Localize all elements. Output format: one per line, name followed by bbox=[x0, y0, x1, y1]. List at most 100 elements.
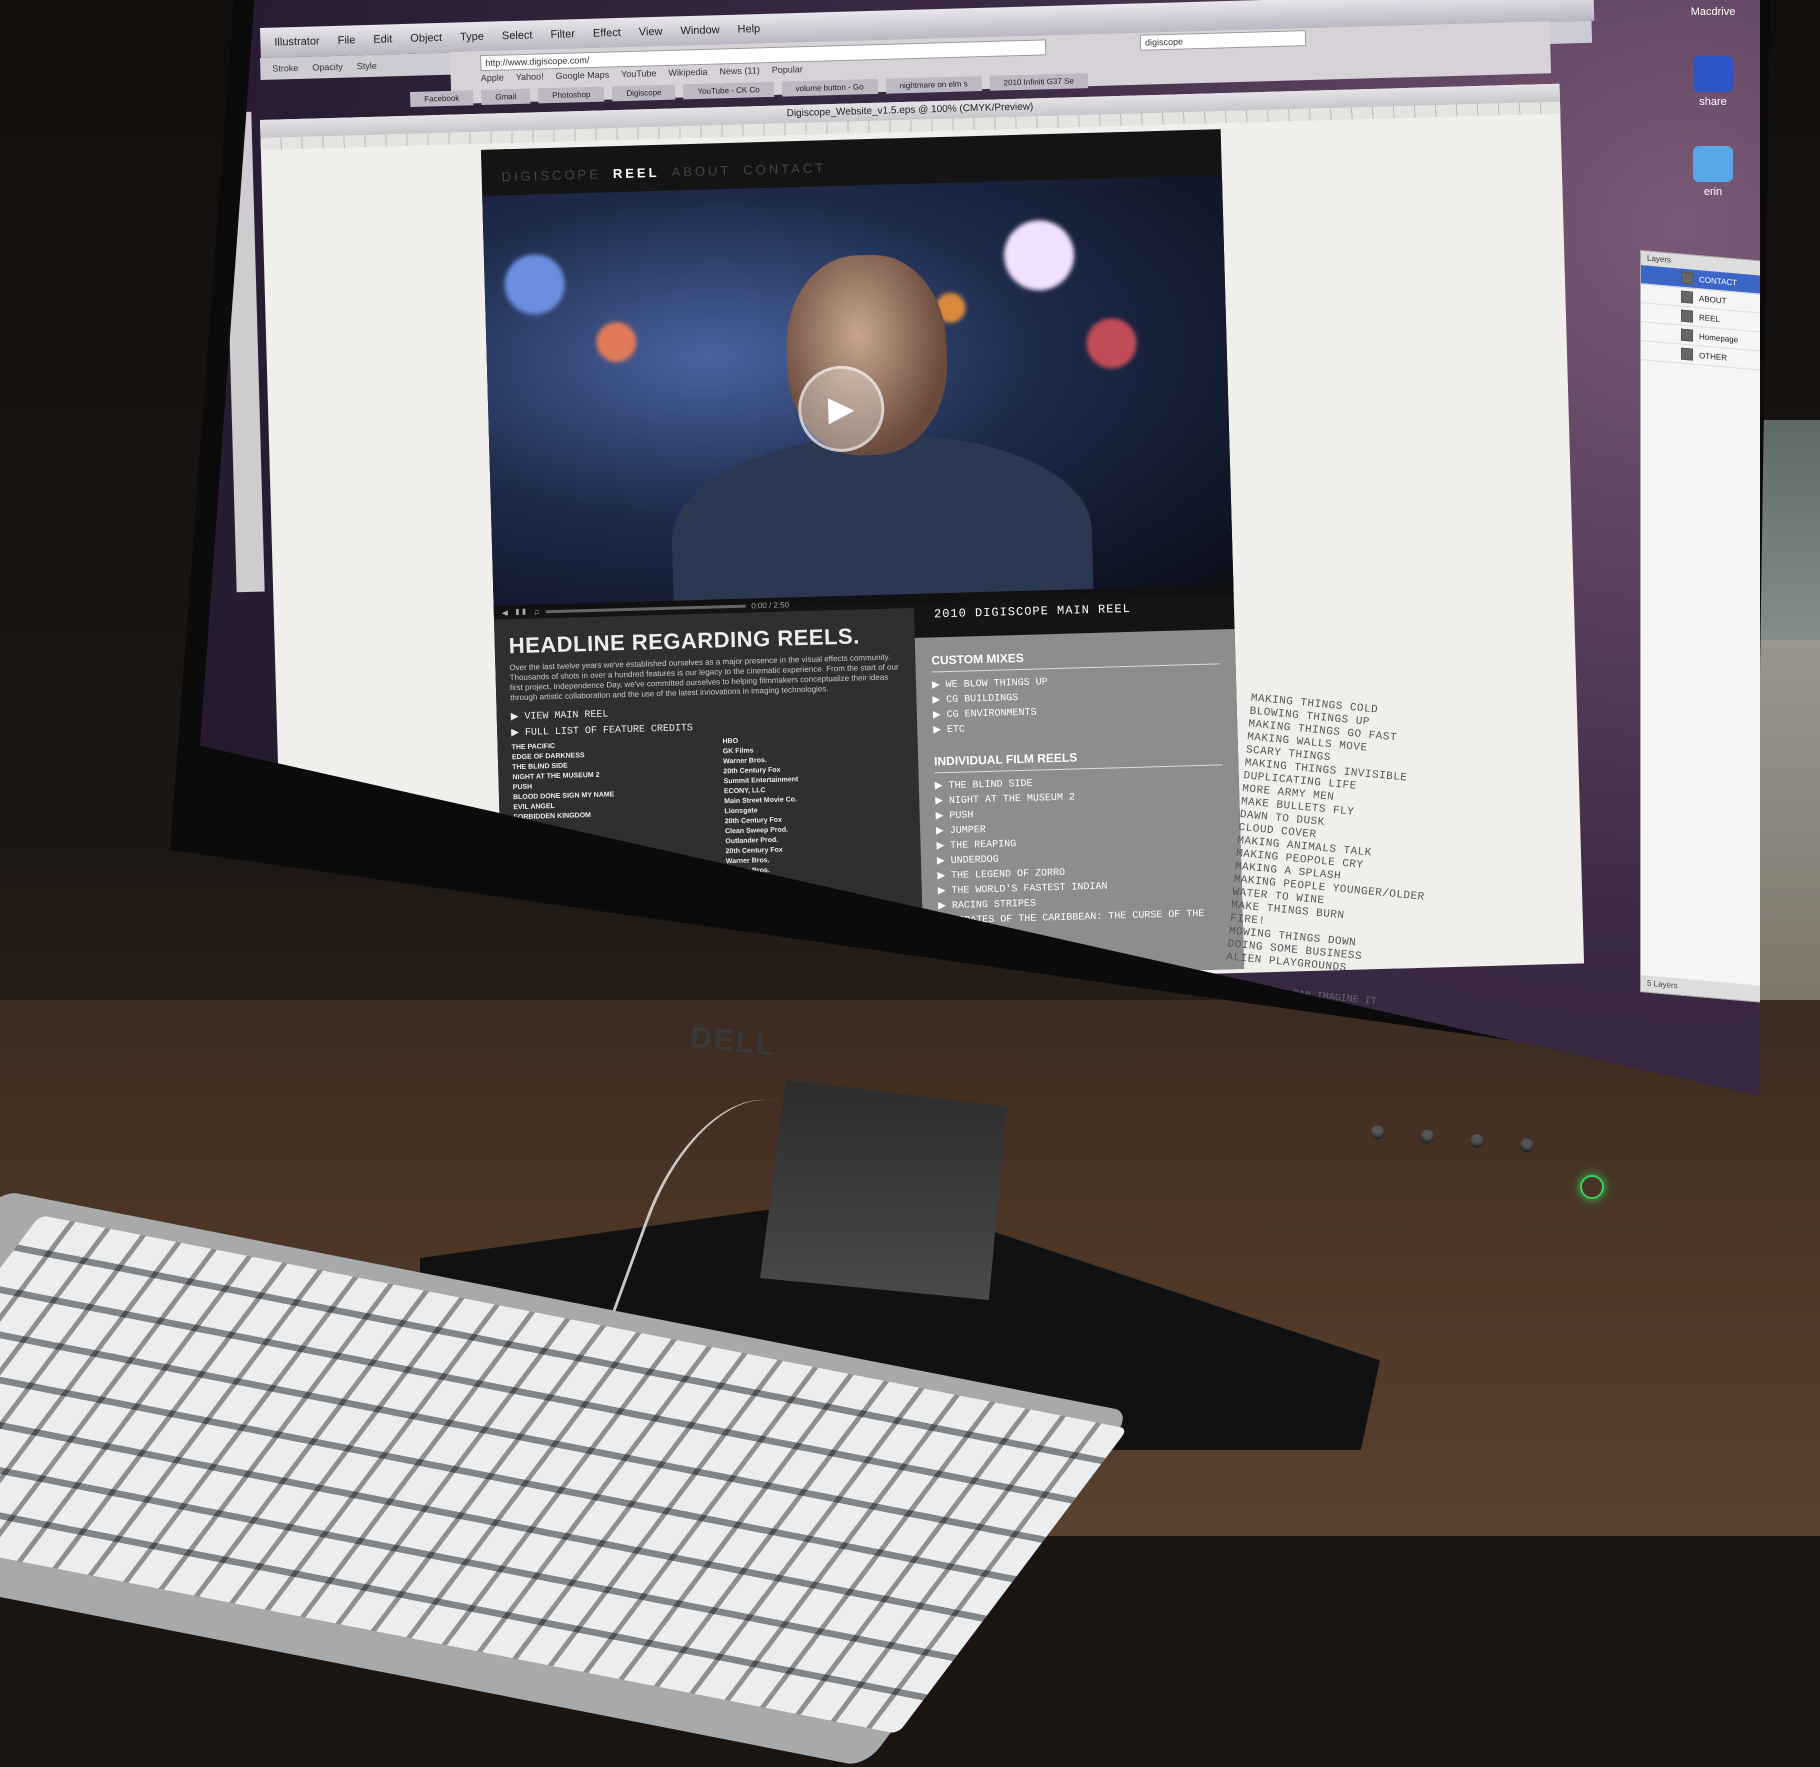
film-reel-item-label: THE LEGEND OF ZORRO bbox=[950, 867, 1066, 882]
search-field[interactable]: digiscope bbox=[1139, 30, 1307, 51]
video-scrubber[interactable] bbox=[545, 604, 746, 613]
site-nav: DIGISCOPE REEL ABOUT CONTACT bbox=[501, 160, 826, 184]
macdrive-label: Macdrive bbox=[1690, 6, 1736, 18]
volume-icon[interactable]: ♫ bbox=[533, 607, 539, 616]
credit-title-label: THE BLIND SIDE bbox=[512, 762, 568, 772]
folder-icon bbox=[1693, 146, 1733, 182]
bookmark-item[interactable]: Yahoo! bbox=[516, 71, 544, 82]
film-reel-item-label: RACING STRIPES bbox=[951, 898, 1037, 912]
browser-tab[interactable]: Digiscope bbox=[612, 84, 676, 102]
menu-item[interactable]: Effect bbox=[593, 27, 621, 40]
credit-studio-label: ECONY, LLC bbox=[723, 787, 766, 796]
browser-tab[interactable]: Photoshop bbox=[537, 86, 605, 104]
bokeh-light bbox=[503, 253, 566, 316]
browser-tab[interactable]: Facebook bbox=[410, 90, 474, 107]
bookmark-item[interactable]: Wikipedia bbox=[668, 67, 707, 78]
browser-tab[interactable]: nightmare on elm s bbox=[885, 76, 982, 94]
credit-title-label: BLOOD DONE SIGN MY NAME bbox=[512, 791, 615, 802]
menu-item[interactable]: Filter bbox=[550, 28, 575, 41]
erin-label: erin bbox=[1703, 186, 1723, 198]
monitor-button[interactable] bbox=[1419, 1129, 1435, 1145]
bullet-icon: ▶ bbox=[936, 841, 951, 853]
film-reel-item-label: THE WORLD'S FASTEST INDIAN bbox=[951, 881, 1108, 897]
credit-title-label: NIGHT AT THE MUSEUM 2 bbox=[512, 771, 600, 782]
credit-studios: HBO GK Films Warner Bros. 20th Century Fox S… bbox=[722, 732, 907, 877]
credit-studio-label: Main Street Movie Co. bbox=[724, 796, 798, 806]
pause-icon[interactable]: ❚❚ bbox=[514, 607, 528, 615]
control-bar-item[interactable]: Opacity bbox=[312, 62, 343, 73]
menu-item[interactable]: Object bbox=[410, 32, 442, 45]
person-jacket bbox=[669, 428, 1095, 616]
browser-tab[interactable]: Gmail bbox=[481, 88, 531, 106]
body-text: Over the last twelve years we've establi… bbox=[509, 652, 899, 703]
bookmark-item[interactable]: Popular bbox=[772, 64, 803, 75]
desktop-icon-erin[interactable]: erin bbox=[1678, 146, 1748, 198]
custom-mix-item-label: WE BLOW THINGS UP bbox=[945, 677, 1048, 692]
bokeh-light bbox=[1003, 219, 1076, 292]
custom-mix-item-label: CG BUILDINGS bbox=[946, 693, 1019, 707]
nav-about[interactable]: ABOUT bbox=[671, 163, 731, 180]
menu-item[interactable]: Help bbox=[737, 23, 760, 36]
nav-reel[interactable]: REEL bbox=[613, 165, 660, 181]
power-icon[interactable] bbox=[1580, 1175, 1604, 1199]
video-player[interactable]: ▶ ◀ ❚❚ ♫ 0:00 / 2:50 bbox=[482, 175, 1234, 616]
view-main-reel-label: VIEW MAIN REEL bbox=[524, 709, 609, 723]
monitor-button[interactable] bbox=[1519, 1137, 1535, 1154]
credit-title-label: EVIL ANGEL bbox=[513, 803, 556, 812]
custom-mix-item-label: CG ENVIRONMENTS bbox=[946, 707, 1037, 722]
share-icon bbox=[1693, 56, 1733, 92]
monitor-button[interactable] bbox=[1469, 1133, 1485, 1149]
bookmark-item[interactable]: Apple bbox=[481, 73, 504, 84]
video-time: 0:00 / 2:50 bbox=[751, 599, 790, 610]
credit-studio-label: Clean Sweep Prod. bbox=[724, 826, 789, 836]
monitor-button[interactable] bbox=[1369, 1124, 1385, 1141]
bullet-icon: ▶ bbox=[935, 826, 950, 838]
menu-item[interactable]: Illustrator bbox=[274, 35, 320, 48]
bullet-icon: ▶ bbox=[935, 796, 950, 808]
credit-studio-label: Summit Entertainment bbox=[723, 776, 799, 786]
desktop-icon-share[interactable]: share bbox=[1678, 56, 1748, 108]
credit-studio-label: GK Films bbox=[722, 747, 754, 756]
share-label: share bbox=[1699, 96, 1727, 108]
bullet-icon: ▶ bbox=[936, 856, 951, 868]
bullet-icon: ▶ bbox=[935, 811, 950, 823]
menu-item[interactable]: View bbox=[639, 26, 663, 39]
rewind-icon[interactable]: ◀ bbox=[502, 608, 508, 616]
film-reel-item-label: NIGHT AT THE MUSEUM 2 bbox=[948, 792, 1076, 808]
bullet-icon: ▶ bbox=[937, 885, 952, 898]
nav-contact[interactable]: CONTACT bbox=[743, 160, 826, 177]
film-reel-item-label: JUMPER bbox=[949, 825, 986, 838]
bookmark-item[interactable]: News (11) bbox=[719, 65, 760, 76]
film-reel-item-label: THE BLIND SIDE bbox=[948, 778, 1033, 793]
film-reel-item-label: THE REAPING bbox=[950, 839, 1017, 853]
desktop-icon-macdrive[interactable]: Macdrive bbox=[1678, 6, 1748, 18]
bullet-icon: ▶ bbox=[937, 871, 952, 883]
film-reels-title: INDIVIDUAL FILM REELS bbox=[933, 746, 1223, 774]
menu-item[interactable]: File bbox=[337, 34, 355, 46]
bookmark-item[interactable]: Google Maps bbox=[555, 70, 609, 81]
menu-item[interactable]: Window bbox=[680, 24, 719, 37]
menu-item[interactable]: Type bbox=[460, 31, 484, 44]
film-reel-item-label: PUSH bbox=[949, 810, 974, 823]
bookmark-item[interactable]: YouTube bbox=[621, 68, 657, 79]
credit-title-label: PUSH bbox=[512, 783, 533, 792]
browser-tab[interactable]: volume button - Go bbox=[781, 78, 878, 97]
browser-tab[interactable]: YouTube - CK Co bbox=[683, 81, 774, 100]
credit-title-label: EDGE OF DARKNESS bbox=[511, 752, 585, 762]
menu-item[interactable]: Edit bbox=[373, 33, 392, 46]
credit-studio-label: Warner Bros. bbox=[725, 857, 770, 866]
custom-mixes-title: CUSTOM MIXES bbox=[931, 645, 1220, 673]
control-bar-item[interactable]: Stroke bbox=[272, 63, 298, 74]
credit-title-label: THE PACIFIC bbox=[511, 743, 556, 752]
custom-mix-item-label: ETC bbox=[946, 724, 966, 737]
bullet-icon: ▶ bbox=[932, 695, 947, 707]
control-bar-item[interactable]: Style bbox=[357, 61, 377, 72]
bokeh-light bbox=[1085, 317, 1138, 369]
feature-credits-label: FULL LIST OF FEATURE CREDITS bbox=[524, 723, 694, 739]
menu-item[interactable]: Select bbox=[502, 29, 533, 42]
bullet-icon: ▶ bbox=[938, 900, 953, 913]
browser-tab[interactable]: 2010 Infiniti G37 Se bbox=[989, 73, 1089, 91]
things-list: MAKING THINGS COLD BLOWING THINGS UP MAKIN… bbox=[1226, 693, 1511, 989]
custom-mixes-list: ▶ WE BLOW THINGS UP ▶ CG BUILDINGS ▶ CG EN… bbox=[932, 670, 1222, 738]
credit-studio-label: Lionsgate bbox=[724, 807, 758, 816]
